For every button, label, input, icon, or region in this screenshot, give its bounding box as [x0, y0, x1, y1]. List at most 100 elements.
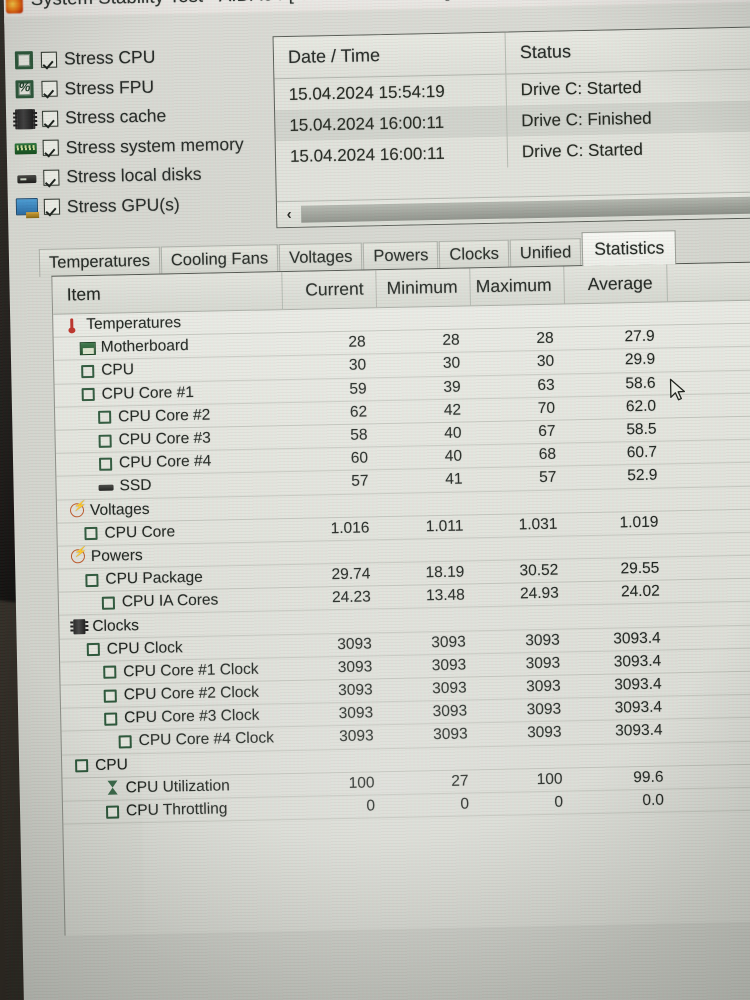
photo-scene: System Stability Test - AIDA64 [ TRIAL V… — [0, 0, 750, 1000]
statistics-item: CPU Core #1 Clock — [60, 660, 290, 683]
statistics-minimum: 42 — [443, 401, 462, 419]
statistics-current: 0 — [366, 797, 376, 815]
statistics-minimum: 0 — [460, 795, 470, 813]
statistics-minimum: 3093 — [432, 725, 468, 744]
statistics-average: 3093.4 — [613, 652, 662, 671]
statistics-current — [283, 319, 377, 321]
stress-cpu-checkbox[interactable] — [40, 51, 58, 68]
statistics-average: 3093.4 — [613, 629, 661, 648]
statistics-maximum: 1.031 — [518, 515, 558, 534]
statistics-item: Voltages — [57, 498, 287, 521]
statistics-current: 57 — [351, 472, 369, 491]
statistics-average — [574, 754, 677, 756]
statistics-average: 3093.4 — [614, 698, 663, 717]
ssd-icon — [98, 479, 115, 494]
statistics-item-label: CPU Core #1 — [101, 383, 195, 403]
statistics-minimum — [382, 549, 476, 551]
statistics-average: 1.019 — [619, 513, 659, 532]
tab-voltages[interactable]: Voltages — [278, 242, 363, 273]
statistics-average: 58.6 — [625, 374, 656, 392]
voltage-icon — [70, 549, 87, 565]
scroll-left-icon[interactable]: ‹ — [277, 206, 301, 223]
statistics-item-label: CPU Core — [104, 523, 176, 542]
statistics-average: 29.55 — [620, 559, 660, 578]
log-horizontal-scrollbar[interactable]: ‹ — [276, 191, 750, 228]
statistics-item-label: Powers — [90, 546, 143, 565]
cpu-chip-icon — [80, 364, 97, 379]
statistics-current: 100 — [348, 774, 375, 792]
stress-option-label: Stress local disks — [66, 163, 202, 187]
tab-cooling-fans[interactable]: Cooling Fans — [160, 244, 279, 275]
statistics-current — [289, 621, 383, 623]
column-header-average[interactable]: Average — [564, 264, 668, 304]
column-header-minimum[interactable]: Minimum — [376, 268, 471, 308]
statistics-maximum: 30.52 — [519, 561, 559, 580]
statistics-maximum: 0 — [554, 793, 564, 811]
cpu-chip-icon — [74, 758, 91, 773]
cpu-chip-icon — [118, 734, 135, 749]
statistics-item: CPU Core #4 Clock — [62, 729, 292, 752]
statistics-current: 1.016 — [330, 519, 370, 537]
statistics-maximum: 3093 — [526, 724, 562, 742]
event-log-table[interactable]: Date / Time Status 15.04.2024 15:54:19 D… — [272, 26, 750, 229]
statistics-maximum: 3093 — [525, 631, 560, 650]
statistics-minimum — [381, 503, 475, 505]
statistics-item: CPU Package — [58, 567, 288, 590]
cpu-chip-icon — [81, 387, 98, 402]
statistics-maximum: 24.93 — [519, 584, 559, 603]
column-header-datetime[interactable]: Date / Time — [273, 32, 507, 79]
statistics-maximum: 67 — [538, 422, 556, 441]
statistics-maximum: 3093 — [526, 677, 561, 696]
cpu-chip-icon — [84, 572, 101, 587]
tab-temperatures[interactable]: Temperatures — [38, 246, 161, 277]
statistics-item-label: Clocks — [92, 616, 140, 635]
statistics-item: CPU Core #3 — [55, 428, 285, 451]
stress-option-label: Stress cache — [64, 105, 167, 128]
statistics-minimum: 30 — [442, 355, 461, 373]
statistics-item-label: Temperatures — [86, 314, 182, 334]
tab-powers[interactable]: Powers — [363, 240, 439, 271]
tab-statistics[interactable]: Statistics — [581, 230, 677, 267]
column-header-status[interactable]: Status — [506, 27, 750, 73]
statistics-item: CPU Core — [57, 521, 287, 544]
statistics-item-label: CPU Clock — [106, 638, 183, 658]
statistics-average: 62.0 — [625, 397, 657, 416]
fpu-percent-chip-icon — [11, 78, 37, 101]
scrollbar-thumb[interactable] — [300, 196, 750, 223]
tab-clocks[interactable]: Clocks — [439, 239, 510, 269]
statistics-minimum: 39 — [443, 378, 461, 396]
stress-options-list: Stress CPU Stress FPU Stress cache Stres… — [11, 40, 275, 222]
stress-cache-checkbox[interactable] — [42, 110, 59, 127]
statistics-maximum: 30 — [536, 353, 555, 371]
statistics-current: 3093 — [337, 658, 373, 676]
statistics-average: 3093.4 — [614, 722, 663, 740]
statistics-item: CPU Core #3 Clock — [61, 706, 291, 729]
statistics-item-label: Voltages — [89, 500, 150, 519]
column-header-current[interactable]: Current — [282, 270, 378, 310]
column-header-maximum[interactable]: Maximum — [470, 266, 565, 306]
statistics-current — [292, 760, 386, 762]
stress-local-disks-checkbox[interactable] — [43, 169, 60, 186]
statistics-maximum — [480, 756, 574, 758]
statistics-average — [565, 313, 668, 315]
statistics-current: 30 — [348, 356, 367, 375]
statistics-maximum: 3093 — [526, 700, 562, 719]
window-body: Stress CPU Stress FPU Stress cache Stres… — [4, 2, 750, 1000]
statistics-minimum: 3093 — [431, 656, 467, 675]
statistics-current: 58 — [350, 426, 368, 444]
cpu-chip-icon — [101, 595, 118, 610]
statistics-minimum: 40 — [444, 447, 463, 466]
statistics-average: 99.6 — [633, 768, 664, 787]
statistics-minimum: 18.19 — [425, 563, 465, 582]
statistics-item-label: CPU IA Cores — [121, 591, 219, 611]
cache-chip-icon — [12, 108, 38, 131]
stress-gpus-checkbox[interactable] — [43, 198, 61, 216]
statistics-item-label: CPU — [101, 361, 135, 380]
statistics-current — [288, 551, 382, 553]
cpu-chip-icon — [103, 688, 120, 703]
stress-fpu-checkbox[interactable] — [41, 80, 58, 98]
tab-unified[interactable]: Unified — [509, 238, 582, 268]
stress-option-gpus[interactable]: Stress GPU(s) — [14, 188, 275, 223]
stress-system-memory-checkbox[interactable] — [42, 139, 59, 157]
column-header-item[interactable]: Item — [52, 272, 284, 314]
